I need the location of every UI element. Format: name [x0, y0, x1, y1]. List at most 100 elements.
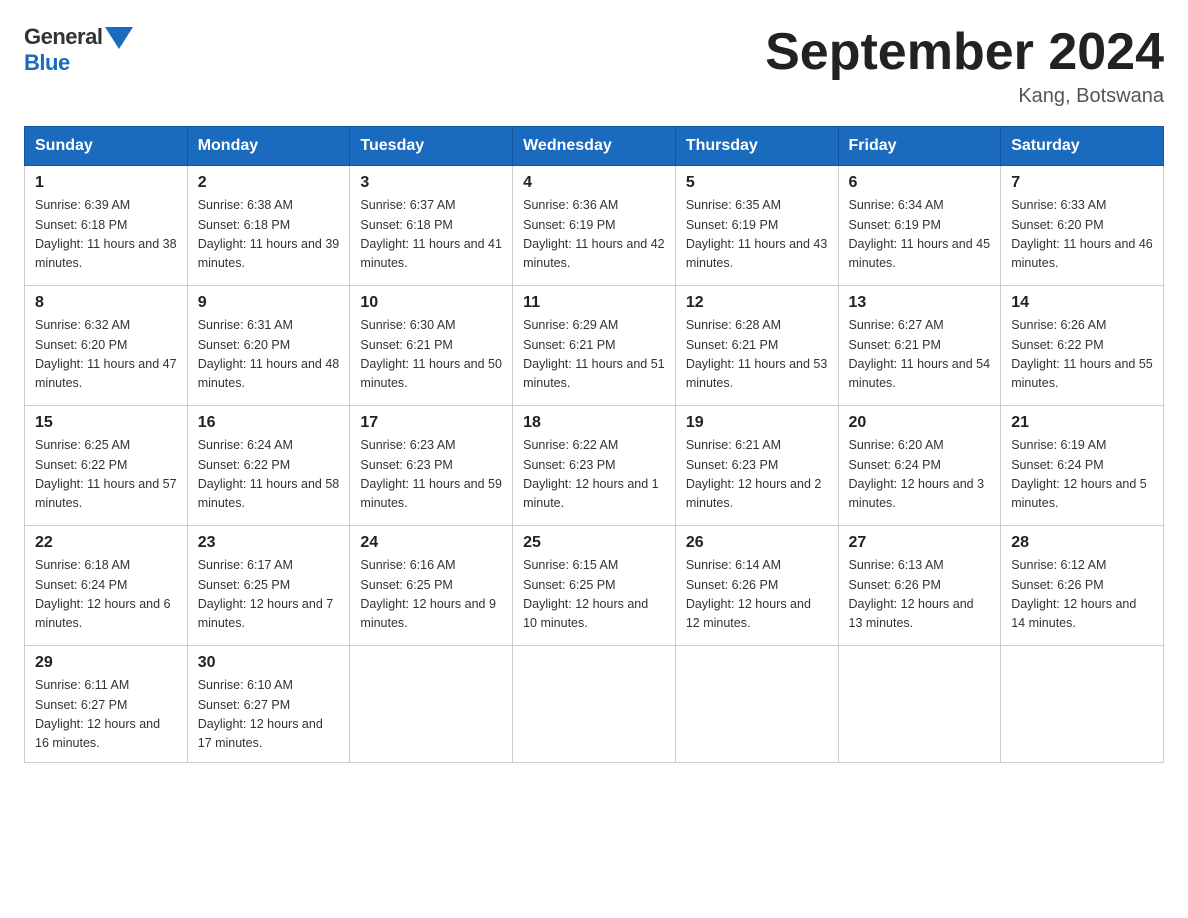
day-info: Sunrise: 6:28 AMSunset: 6:21 PMDaylight:…: [686, 316, 828, 394]
day-info: Sunrise: 6:39 AMSunset: 6:18 PMDaylight:…: [35, 196, 177, 274]
day-number: 13: [849, 294, 991, 312]
day-number: 23: [198, 534, 340, 552]
day-cell: 9Sunrise: 6:31 AMSunset: 6:20 PMDaylight…: [187, 286, 350, 406]
page-header: General Blue September 2024 Kang, Botswa…: [24, 24, 1164, 108]
day-number: 12: [686, 294, 828, 312]
day-info: Sunrise: 6:17 AMSunset: 6:25 PMDaylight:…: [198, 556, 340, 634]
header-day-friday: Friday: [838, 127, 1001, 166]
day-number: 16: [198, 414, 340, 432]
day-cell: 21Sunrise: 6:19 AMSunset: 6:24 PMDayligh…: [1001, 406, 1164, 526]
day-number: 14: [1011, 294, 1153, 312]
day-number: 15: [35, 414, 177, 432]
day-info: Sunrise: 6:26 AMSunset: 6:22 PMDaylight:…: [1011, 316, 1153, 394]
day-info: Sunrise: 6:16 AMSunset: 6:25 PMDaylight:…: [360, 556, 502, 634]
day-number: 3: [360, 174, 502, 192]
day-cell: 18 Sunrise: 6:22 AMSunset: 6:23 PMDayligh…: [513, 406, 676, 526]
day-number: 19: [686, 414, 828, 432]
day-info: Sunrise: 6:37 AMSunset: 6:18 PMDaylight:…: [360, 196, 502, 274]
day-number: 26: [686, 534, 828, 552]
day-number: 6: [849, 174, 991, 192]
day-cell: 2 Sunrise: 6:38 AMSunset: 6:18 PMDaylight…: [187, 166, 350, 286]
header-day-monday: Monday: [187, 127, 350, 166]
day-number: 10: [360, 294, 502, 312]
week-row-3: 15Sunrise: 6:25 AMSunset: 6:22 PMDayligh…: [25, 406, 1164, 526]
day-cell: 13 Sunrise: 6:27 AMSunset: 6:21 PMDayligh…: [838, 286, 1001, 406]
day-cell: 22Sunrise: 6:18 AMSunset: 6:24 PMDayligh…: [25, 526, 188, 646]
day-number: 21: [1011, 414, 1153, 432]
day-info: Sunrise: 6:33 AMSunset: 6:20 PMDaylight:…: [1011, 196, 1153, 274]
day-number: 25: [523, 534, 665, 552]
week-row-1: 1 Sunrise: 6:39 AMSunset: 6:18 PMDaylight…: [25, 166, 1164, 286]
header-day-tuesday: Tuesday: [350, 127, 513, 166]
day-info: Sunrise: 6:11 AMSunset: 6:27 PMDaylight:…: [35, 676, 177, 754]
logo-blue-text: Blue: [24, 50, 70, 76]
day-number: 7: [1011, 174, 1153, 192]
day-info: Sunrise: 6:34 AMSunset: 6:19 PMDaylight:…: [849, 196, 991, 274]
day-info: Sunrise: 6:36 AMSunset: 6:19 PMDaylight:…: [523, 196, 665, 274]
header-day-thursday: Thursday: [675, 127, 838, 166]
day-info: Sunrise: 6:27 AMSunset: 6:21 PMDaylight:…: [849, 316, 991, 394]
day-number: 18: [523, 414, 665, 432]
day-cell: 24 Sunrise: 6:16 AMSunset: 6:25 PMDayligh…: [350, 526, 513, 646]
day-number: 11: [523, 294, 665, 312]
day-info: Sunrise: 6:13 AMSunset: 6:26 PMDaylight:…: [849, 556, 991, 634]
day-cell: 20 Sunrise: 6:20 AMSunset: 6:24 PMDayligh…: [838, 406, 1001, 526]
logo: General Blue: [24, 24, 133, 76]
day-info: Sunrise: 6:24 AMSunset: 6:22 PMDaylight:…: [198, 436, 340, 514]
day-info: Sunrise: 6:22 AMSunset: 6:23 PMDaylight:…: [523, 436, 665, 514]
day-number: 30: [198, 654, 340, 672]
day-cell: [838, 646, 1001, 763]
day-cell: 11 Sunrise: 6:29 AMSunset: 6:21 PMDayligh…: [513, 286, 676, 406]
day-number: 29: [35, 654, 177, 672]
day-number: 17: [360, 414, 502, 432]
day-info: Sunrise: 6:38 AMSunset: 6:18 PMDaylight:…: [198, 196, 340, 274]
day-cell: 28 Sunrise: 6:12 AMSunset: 6:26 PMDayligh…: [1001, 526, 1164, 646]
day-cell: [1001, 646, 1164, 763]
title-area: September 2024 Kang, Botswana: [765, 24, 1164, 108]
day-number: 1: [35, 174, 177, 192]
calendar-table: SundayMondayTuesdayWednesdayThursdayFrid…: [24, 126, 1164, 763]
day-info: Sunrise: 6:10 AMSunset: 6:27 PMDaylight:…: [198, 676, 340, 754]
day-cell: 8 Sunrise: 6:32 AMSunset: 6:20 PMDaylight…: [25, 286, 188, 406]
day-info: Sunrise: 6:12 AMSunset: 6:26 PMDaylight:…: [1011, 556, 1153, 634]
day-number: 27: [849, 534, 991, 552]
day-number: 20: [849, 414, 991, 432]
day-info: Sunrise: 6:18 AMSunset: 6:24 PMDaylight:…: [35, 556, 177, 634]
day-cell: 6 Sunrise: 6:34 AMSunset: 6:19 PMDaylight…: [838, 166, 1001, 286]
day-info: Sunrise: 6:31 AMSunset: 6:20 PMDaylight:…: [198, 316, 340, 394]
day-cell: 27 Sunrise: 6:13 AMSunset: 6:26 PMDayligh…: [838, 526, 1001, 646]
day-cell: 26 Sunrise: 6:14 AMSunset: 6:26 PMDayligh…: [675, 526, 838, 646]
day-info: Sunrise: 6:30 AMSunset: 6:21 PMDaylight:…: [360, 316, 502, 394]
day-number: 8: [35, 294, 177, 312]
header-day-saturday: Saturday: [1001, 127, 1164, 166]
week-row-2: 8 Sunrise: 6:32 AMSunset: 6:20 PMDaylight…: [25, 286, 1164, 406]
day-cell: 4 Sunrise: 6:36 AMSunset: 6:19 PMDaylight…: [513, 166, 676, 286]
day-cell: 5Sunrise: 6:35 AMSunset: 6:19 PMDaylight…: [675, 166, 838, 286]
header-day-sunday: Sunday: [25, 127, 188, 166]
day-number: 28: [1011, 534, 1153, 552]
day-cell: 23 Sunrise: 6:17 AMSunset: 6:25 PMDayligh…: [187, 526, 350, 646]
day-info: Sunrise: 6:32 AMSunset: 6:20 PMDaylight:…: [35, 316, 177, 394]
day-number: 4: [523, 174, 665, 192]
day-cell: 14 Sunrise: 6:26 AMSunset: 6:22 PMDayligh…: [1001, 286, 1164, 406]
week-row-4: 22Sunrise: 6:18 AMSunset: 6:24 PMDayligh…: [25, 526, 1164, 646]
day-number: 24: [360, 534, 502, 552]
header-row: SundayMondayTuesdayWednesdayThursdayFrid…: [25, 127, 1164, 166]
day-info: Sunrise: 6:23 AMSunset: 6:23 PMDaylight:…: [360, 436, 502, 514]
week-row-5: 29 Sunrise: 6:11 AMSunset: 6:27 PMDayligh…: [25, 646, 1164, 763]
day-cell: 12 Sunrise: 6:28 AMSunset: 6:21 PMDayligh…: [675, 286, 838, 406]
day-info: Sunrise: 6:21 AMSunset: 6:23 PMDaylight:…: [686, 436, 828, 514]
calendar-subtitle: Kang, Botswana: [765, 85, 1164, 108]
day-cell: 16 Sunrise: 6:24 AMSunset: 6:22 PMDayligh…: [187, 406, 350, 526]
day-cell: 30 Sunrise: 6:10 AMSunset: 6:27 PMDayligh…: [187, 646, 350, 763]
day-number: 2: [198, 174, 340, 192]
day-info: Sunrise: 6:14 AMSunset: 6:26 PMDaylight:…: [686, 556, 828, 634]
day-info: Sunrise: 6:29 AMSunset: 6:21 PMDaylight:…: [523, 316, 665, 394]
day-info: Sunrise: 6:15 AMSunset: 6:25 PMDaylight:…: [523, 556, 665, 634]
day-cell: [675, 646, 838, 763]
logo-general-text: General: [24, 24, 102, 50]
day-cell: 7 Sunrise: 6:33 AMSunset: 6:20 PMDaylight…: [1001, 166, 1164, 286]
day-cell: 19 Sunrise: 6:21 AMSunset: 6:23 PMDayligh…: [675, 406, 838, 526]
day-info: Sunrise: 6:20 AMSunset: 6:24 PMDaylight:…: [849, 436, 991, 514]
header-day-wednesday: Wednesday: [513, 127, 676, 166]
